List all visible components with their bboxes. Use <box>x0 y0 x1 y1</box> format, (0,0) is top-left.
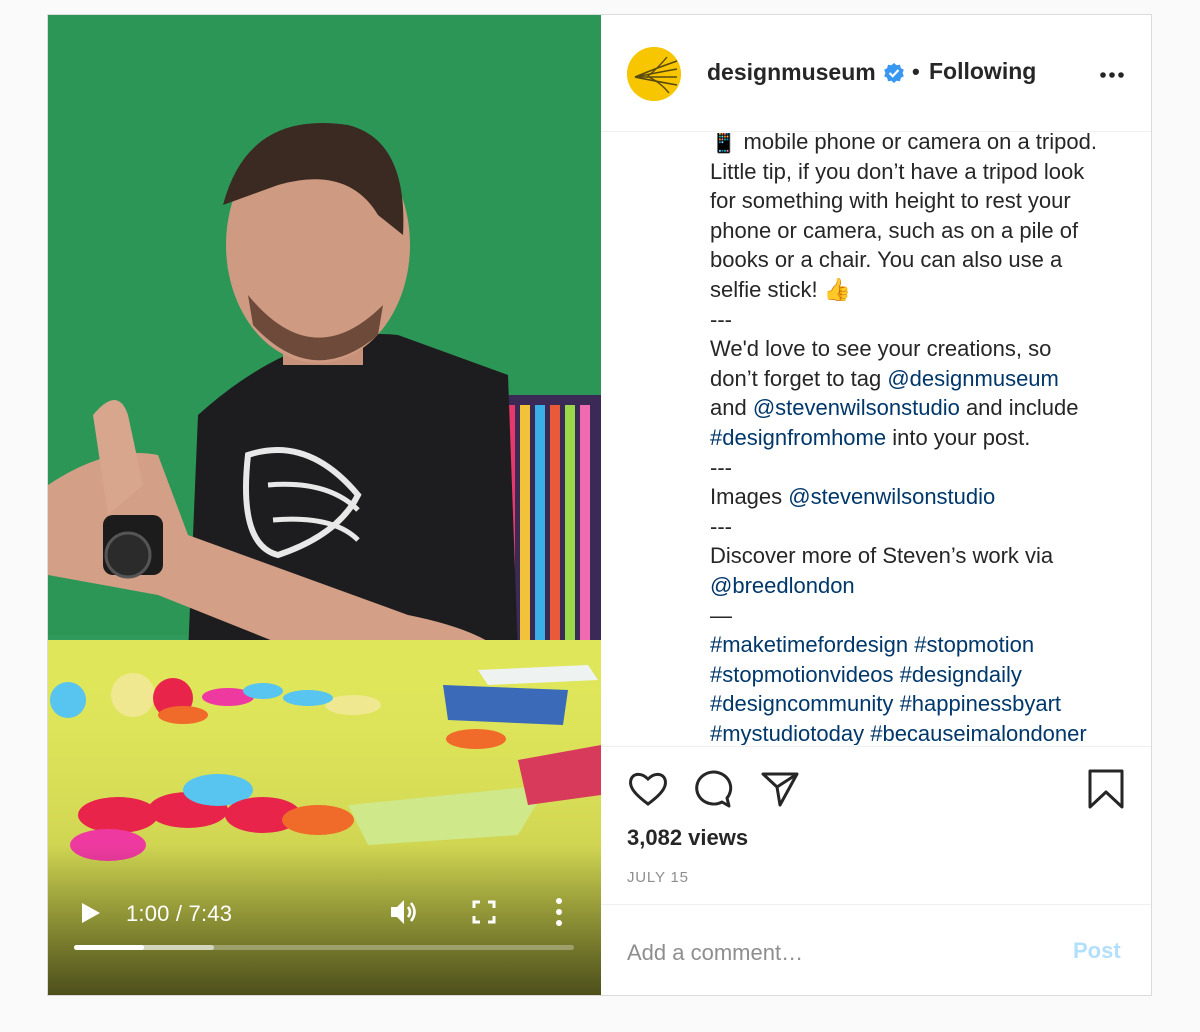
caption-line: #designfromhome into your post. <box>710 423 1140 453</box>
caption-line: books or a chair. You can also use a <box>710 245 1140 275</box>
caption-line: and @stevenwilsonstudio and include <box>710 393 1140 423</box>
bookmark-icon[interactable] <box>1085 768 1127 810</box>
post-card: 1:00 / 7:43 designmuseum • Following 📱 m… <box>47 14 1152 996</box>
post-comment-button[interactable]: Post <box>1073 938 1121 964</box>
caption-line: don’t forget to tag @designmuseum <box>710 364 1140 394</box>
caption-line: — <box>710 601 1140 631</box>
caption-text-segment: Discover more of Steven’s work via <box>710 543 1054 569</box>
mention-link[interactable]: @designmuseum <box>887 366 1059 391</box>
username[interactable]: designmuseum <box>707 59 876 86</box>
caption-line: --- <box>710 305 1140 335</box>
play-icon[interactable] <box>76 899 104 927</box>
caption-line: @breedlondon <box>710 571 1140 601</box>
views-count[interactable]: 3,082 views <box>627 825 748 851</box>
video-progress-bar[interactable] <box>74 945 574 950</box>
caption-line: We'd love to see your creations, so <box>710 334 1140 364</box>
caption-text-segment: Images <box>710 484 789 510</box>
video-played-bar <box>74 945 144 950</box>
hashtag-link[interactable]: #designdaily <box>900 662 1022 687</box>
caption-text-segment: into your post. <box>886 424 1031 450</box>
post-actions: 3,082 views JULY 15 <box>601 746 1151 904</box>
post-date[interactable]: JULY 15 <box>627 869 689 886</box>
caption-text-segment: don’t forget to tag <box>710 365 888 391</box>
caption-line: #maketimefordesign #stopmotion <box>710 630 1140 660</box>
caption-line: 📱 mobile phone or camera on a tripod. <box>710 133 1140 157</box>
caption-text-segment: --- <box>710 306 732 332</box>
verified-badge-icon <box>884 63 904 83</box>
caption-line: Images @stevenwilsonstudio <box>710 482 1140 512</box>
caption-text-segment: We'd love to see your creations, so <box>710 336 1052 362</box>
caption-text-segment: selfie stick! 👍 <box>710 276 852 302</box>
mention-link[interactable]: @stevenwilsonstudio <box>788 484 995 509</box>
caption-line: #stopmotionvideos #designdaily <box>710 660 1140 690</box>
caption-text-segment: --- <box>710 513 732 539</box>
caption-line: Discover more of Steven’s work via <box>710 541 1140 571</box>
caption-line: --- <box>710 512 1140 542</box>
hashtag-link[interactable]: #designcommunity <box>710 691 893 716</box>
hashtag-link[interactable]: #mystudiotoday <box>710 721 864 745</box>
post-header: designmuseum • Following <box>601 15 1151 132</box>
fullscreen-icon[interactable] <box>471 899 497 925</box>
caption-text: 📱 mobile phone or camera on a tripod. Lit… <box>710 133 1140 745</box>
caption-line: Little tip, if you don’t have a tripod l… <box>710 157 1140 187</box>
caption-line: phone or camera, such as on a pile of <box>710 216 1140 246</box>
send-arrow-icon[interactable] <box>759 768 801 810</box>
more-horizontal-icon[interactable] <box>1099 71 1125 79</box>
caption-text-segment: Little tip, if you don’t have a tripod l… <box>710 158 1085 184</box>
caption-scroll[interactable]: 📱 mobile phone or camera on a tripod. Lit… <box>601 133 1151 745</box>
heart-icon[interactable] <box>627 768 669 810</box>
following-button[interactable]: Following <box>929 58 1036 85</box>
caption-text-segment: --- <box>710 454 732 480</box>
caption-line: selfie stick! 👍 <box>710 275 1140 305</box>
hashtag-link[interactable]: #happinessbyart <box>900 691 1061 716</box>
video-time: 1:00 / 7:43 <box>126 901 233 926</box>
caption-line: #designcommunity #happinessbyart <box>710 689 1140 719</box>
caption-text-segment: phone or camera, such as on a pile of <box>710 217 1079 243</box>
video-controls: 1:00 / 7:43 <box>48 885 601 995</box>
hashtag-link[interactable]: #designfromhome <box>710 425 886 450</box>
hashtag-link[interactable]: #stopmotion <box>914 632 1034 657</box>
hashtag-link[interactable]: #stopmotionvideos <box>710 662 893 687</box>
more-vertical-icon[interactable] <box>553 897 565 927</box>
caption-line: #mystudiotoday #becauseimalondoner <box>710 719 1140 745</box>
post-side-panel: designmuseum • Following 📱 mobile phone … <box>601 15 1151 995</box>
caption-line: for something with height to rest your <box>710 186 1140 216</box>
designmuseum-logo <box>627 47 681 101</box>
comment-input[interactable] <box>627 938 1047 968</box>
caption-text-segment: and include <box>959 395 1079 421</box>
avatar[interactable] <box>627 47 681 101</box>
caption-text-segment: and <box>710 395 753 421</box>
caption-text-segment: 📱 mobile phone or camera on a tripod. <box>710 133 1097 154</box>
header-separator: • <box>912 59 920 84</box>
caption-line: --- <box>710 453 1140 483</box>
hashtag-link[interactable]: #maketimefordesign <box>710 632 908 657</box>
mention-link[interactable]: @breedlondon <box>710 573 855 598</box>
video-player[interactable]: 1:00 / 7:43 <box>48 15 601 995</box>
volume-icon[interactable] <box>388 897 420 927</box>
mention-link[interactable]: @stevenwilsonstudio <box>753 395 960 420</box>
caption-text-segment: for something with height to rest your <box>710 188 1071 214</box>
caption-text-segment: — <box>710 602 732 628</box>
caption-text-segment: books or a chair. You can also use a <box>710 247 1063 273</box>
hashtag-link[interactable]: #becauseimalondoner <box>870 721 1087 745</box>
comment-box: Post <box>601 904 1151 995</box>
comment-bubble-icon[interactable] <box>692 768 734 810</box>
